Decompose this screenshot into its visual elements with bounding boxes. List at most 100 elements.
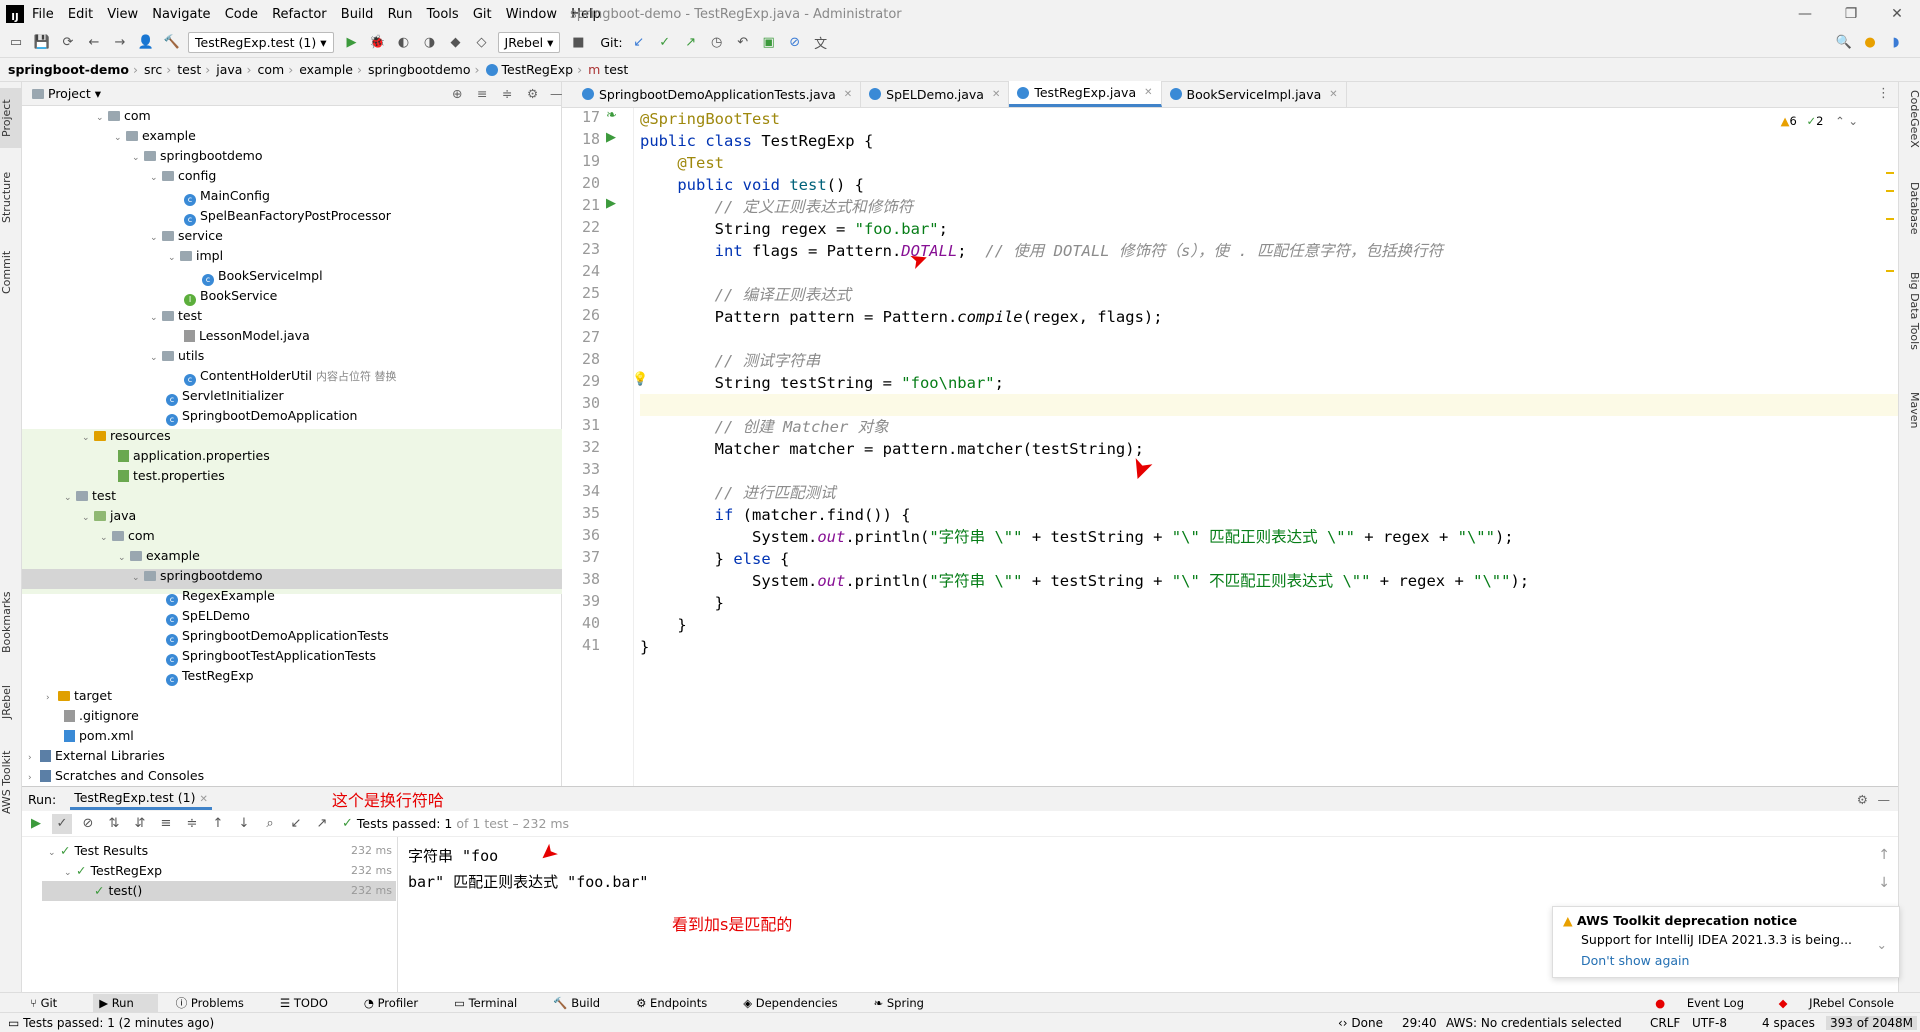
- tree-item[interactable]: pom.xml: [64, 726, 134, 746]
- tab-springbootdemoapplicationtests[interactable]: SpringbootDemoApplicationTests.java ✕: [574, 81, 862, 107]
- prev-fail-icon[interactable]: ↑: [208, 814, 228, 834]
- tree-item[interactable]: ⌄ impl: [168, 246, 223, 266]
- status-aws[interactable]: AWS: No credentials selected: [1446, 1016, 1622, 1030]
- close-icon[interactable]: ✕: [1874, 0, 1920, 28]
- user-icon[interactable]: 👤: [136, 33, 156, 53]
- crumb-method[interactable]: test: [604, 62, 628, 77]
- tool-tab-endpoints[interactable]: ⚙ Endpoints: [636, 996, 725, 1010]
- tool-database[interactable]: Database: [1899, 182, 1920, 252]
- rerun-icon[interactable]: ▶: [26, 814, 46, 834]
- tool-big-data-tools[interactable]: Big Data Tools: [1899, 272, 1920, 372]
- tree-item[interactable]: c RegexExample: [166, 586, 275, 606]
- restore-icon[interactable]: ❐: [1828, 0, 1874, 28]
- menu-view[interactable]: View: [107, 7, 138, 22]
- debug-icon[interactable]: 🐞: [368, 33, 388, 53]
- status-line-separator[interactable]: CRLF: [1650, 1016, 1680, 1030]
- tool-commit[interactable]: Commit: [0, 242, 22, 302]
- search-icon[interactable]: 🔍: [1834, 33, 1854, 53]
- tree-item[interactable]: c BookServiceImpl: [202, 266, 323, 286]
- tree-item[interactable]: c ServletInitializer: [166, 386, 284, 406]
- show-ignored-icon[interactable]: ⊘: [78, 814, 98, 834]
- status-caret-position[interactable]: 29:40: [1402, 1016, 1437, 1030]
- test-node[interactable]: ⌄ ✓ Test Results 232 ms: [48, 841, 396, 861]
- tool-tab-event-log[interactable]: ● Event Log: [1655, 996, 1762, 1010]
- profile-icon[interactable]: ◑: [420, 33, 440, 53]
- project-title[interactable]: Project: [48, 86, 91, 101]
- tree-item-selected[interactable]: c TestRegExp: [166, 666, 254, 686]
- tree-item[interactable]: .gitignore: [64, 706, 139, 726]
- tree-item[interactable]: ⌄ springbootdemo: [132, 566, 263, 586]
- tab-speldemo[interactable]: SpELDemo.java ✕: [861, 81, 1010, 107]
- update-icon[interactable]: ●: [1860, 33, 1880, 53]
- import-icon[interactable]: ↙: [286, 814, 306, 834]
- bean-icon[interactable]: ❧: [606, 108, 617, 123]
- crumb-com[interactable]: com: [257, 62, 284, 77]
- locate-icon[interactable]: ⊕: [452, 86, 462, 101]
- history-icon[interactable]: ◷: [707, 33, 727, 53]
- tree-item[interactable]: ⌄ example: [114, 126, 196, 146]
- hammer-icon[interactable]: 🔨: [162, 33, 182, 53]
- coverage-icon[interactable]: ◐: [394, 33, 414, 53]
- status-message[interactable]: Tests passed: 1 (2 minutes ago): [23, 1016, 214, 1030]
- back-icon[interactable]: ←: [84, 33, 104, 53]
- tree-item[interactable]: ⌄ com: [100, 526, 155, 546]
- menu-navigate[interactable]: Navigate: [152, 7, 210, 22]
- tree-item[interactable]: ⌄ service: [150, 226, 223, 246]
- tool-jrebel[interactable]: JRebel: [0, 672, 22, 732]
- sort-duration-icon[interactable]: ⇵: [130, 814, 150, 834]
- tool-tab-spring[interactable]: ❧ Spring: [874, 996, 942, 1010]
- crumb-src[interactable]: src: [144, 62, 162, 77]
- tree-item[interactable]: c SpELDemo: [166, 606, 250, 626]
- show-passed-icon[interactable]: ✓: [52, 813, 72, 834]
- close-tab-icon[interactable]: ✕: [1329, 89, 1337, 100]
- tool-maven[interactable]: Maven: [1899, 392, 1920, 452]
- tree-item[interactable]: LessonModel.java: [184, 326, 310, 346]
- history-search-icon[interactable]: ⌕: [260, 814, 280, 834]
- console-output[interactable]: 字符串 "foo bar" 匹配正则表达式 "foo.bar" ➤ 看到加s是匹…: [408, 833, 1408, 985]
- dont-show-again-link[interactable]: Don't show again: [1581, 953, 1889, 968]
- more-tabs-icon[interactable]: ⋮: [1877, 86, 1890, 101]
- tree-item[interactable]: c ContentHolderUtil 内容占位符 替换: [184, 366, 396, 386]
- test-node[interactable]: ⌄ ✓ TestRegExp 232 ms: [64, 861, 396, 881]
- tree-item[interactable]: ⌄ utils: [150, 346, 204, 366]
- next-fail-icon[interactable]: ↓: [234, 814, 254, 834]
- tool-project[interactable]: Project: [0, 88, 22, 148]
- status-encoding[interactable]: UTF-8: [1692, 1016, 1727, 1030]
- chevron-down-icon[interactable]: ⌄: [1877, 937, 1887, 952]
- aws-notification[interactable]: ▲ AWS Toolkit deprecation notice Support…: [1552, 906, 1900, 978]
- close-tab-icon[interactable]: ✕: [199, 794, 207, 805]
- tool-tab-dependencies[interactable]: ◈ Dependencies: [743, 996, 855, 1010]
- close-tab-icon[interactable]: ✕: [1144, 87, 1152, 98]
- stop-icon[interactable]: ■: [568, 33, 588, 53]
- tree-item[interactable]: c SpringbootTestApplicationTests: [166, 646, 376, 666]
- menu-git[interactable]: Git: [473, 7, 492, 22]
- save-icon[interactable]: 💾: [32, 33, 52, 53]
- statistic-icon[interactable]: ▣: [759, 33, 779, 53]
- collapse-icon[interactable]: ≑: [182, 814, 202, 834]
- translate-icon[interactable]: 文: [811, 33, 831, 53]
- tree-item[interactable]: I BookService: [184, 286, 277, 306]
- tree-item[interactable]: ⌄ resources: [82, 426, 171, 446]
- sort-alpha-icon[interactable]: ⇅: [104, 814, 124, 834]
- menu-build[interactable]: Build: [341, 7, 374, 22]
- tree-item[interactable]: › External Libraries: [28, 746, 165, 766]
- tree-item[interactable]: ⌄ config: [150, 166, 216, 186]
- hide-panel-icon[interactable]: —: [550, 86, 563, 101]
- menu-refactor[interactable]: Refactor: [272, 7, 327, 22]
- tree-item[interactable]: › target: [46, 686, 112, 706]
- tool-tab-git[interactable]: ⑂ Git: [30, 996, 75, 1010]
- jrebel-run-icon[interactable]: ◆: [446, 33, 466, 53]
- plugin-icon[interactable]: ◗: [1886, 33, 1906, 53]
- folder-open-icon[interactable]: ▭: [6, 33, 26, 53]
- run-icon[interactable]: ▶: [342, 33, 362, 53]
- tree-item[interactable]: ⌄ java: [82, 506, 136, 526]
- menu-file[interactable]: File: [32, 7, 54, 22]
- crumb-class[interactable]: TestRegExp: [502, 62, 574, 77]
- settings-gear-icon[interactable]: ⚙: [1857, 792, 1868, 807]
- tree-item[interactable]: c MainConfig: [184, 186, 270, 206]
- scroll-down-icon[interactable]: ↓: [1878, 875, 1890, 891]
- tree-item[interactable]: c SpelBeanFactoryPostProcessor: [184, 206, 391, 226]
- crumb-springbootdemo[interactable]: springbootdemo: [368, 62, 471, 77]
- close-tab-icon[interactable]: ✕: [844, 89, 852, 100]
- block-icon[interactable]: ⊘: [785, 33, 805, 53]
